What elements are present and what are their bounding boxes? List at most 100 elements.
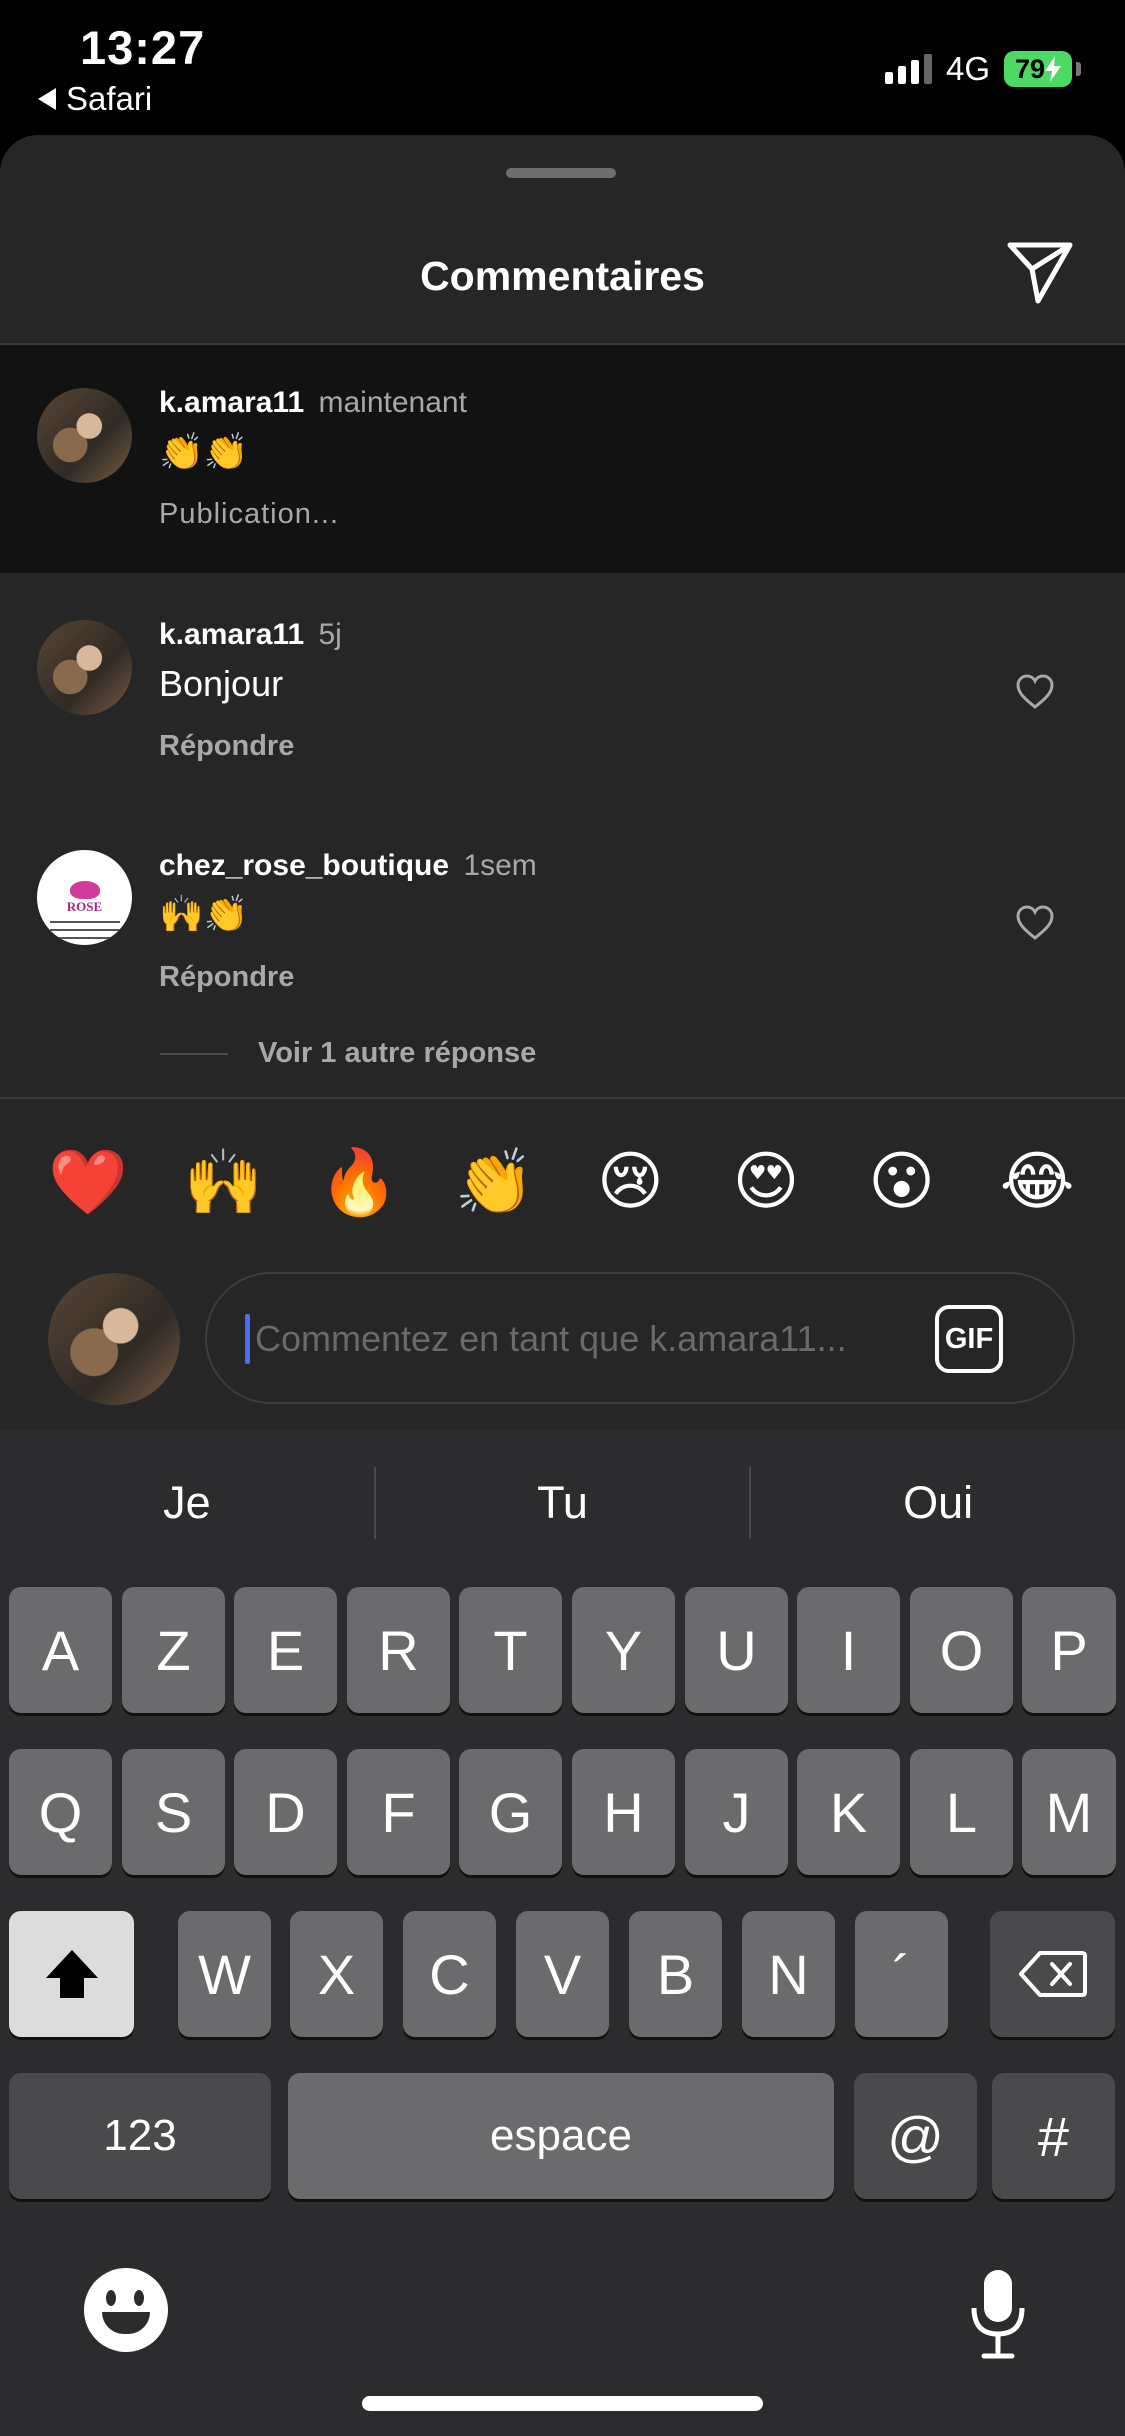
comment-time: maintenant	[318, 386, 467, 419]
key-q[interactable]: Q	[9, 1749, 112, 1875]
sheet-grabber[interactable]	[506, 168, 616, 178]
divider	[160, 1052, 228, 1055]
key-e[interactable]: E	[234, 1587, 337, 1713]
key-a[interactable]: A	[9, 1587, 112, 1713]
comment-input-placeholder: Commentez en tant que k.amara11...	[255, 1318, 847, 1359]
shift-key[interactable]	[9, 1911, 134, 2037]
text-caret	[245, 1314, 250, 1364]
key-p[interactable]: P	[1022, 1587, 1116, 1713]
comment-header: k.amara11 5j	[159, 618, 342, 652]
key-v[interactable]: V	[516, 1911, 609, 2037]
delete-key[interactable]	[990, 1911, 1115, 2037]
battery-nub	[1076, 62, 1081, 76]
view-more-replies-label: Voir 1 autre réponse	[258, 1037, 537, 1069]
numbers-key[interactable]: 123	[9, 2073, 271, 2199]
key-j[interactable]: J	[685, 1749, 788, 1875]
logo-text: ROSE	[66, 898, 103, 914]
comment-text: 👏👏	[159, 431, 249, 472]
battery-level: 79	[1014, 53, 1046, 84]
avatar[interactable]	[37, 620, 132, 715]
key-o[interactable]: O	[910, 1587, 1013, 1713]
reply-button[interactable]: Répondre	[159, 961, 294, 994]
reply-button[interactable]: Répondre	[159, 730, 294, 763]
key-l[interactable]: L	[910, 1749, 1013, 1875]
heart-icon[interactable]	[1015, 672, 1055, 712]
key-x[interactable]: X	[290, 1911, 383, 2037]
at-key[interactable]: @	[854, 2073, 977, 2199]
key-d[interactable]: D	[234, 1749, 337, 1875]
comment-username[interactable]: chez_rose_boutique	[159, 849, 449, 882]
home-indicator[interactable]	[362, 2396, 763, 2411]
battery-icon: 79	[1004, 51, 1072, 87]
key-y[interactable]: Y	[572, 1587, 675, 1713]
back-arrow-icon	[38, 88, 56, 110]
suggestion-item[interactable]: Tu	[376, 1430, 750, 1575]
reaction-fire[interactable]: 🔥	[304, 1145, 414, 1220]
reaction-heart[interactable]: ❤️	[33, 1145, 143, 1220]
key-c[interactable]: C	[403, 1911, 496, 2037]
key-k[interactable]: K	[797, 1749, 900, 1875]
backspace-icon	[1018, 1951, 1087, 1997]
comment-username[interactable]: k.amara11	[159, 386, 304, 419]
sheet-title: Commentaires	[420, 253, 705, 299]
cellular-signal-icon	[884, 54, 932, 84]
comment-username[interactable]: k.amara11	[159, 618, 304, 651]
logo-lines	[49, 920, 120, 923]
keyboard: Je Tu Oui A Z E R T Y U I O P Q S D F G …	[0, 1430, 1125, 2436]
comment-input[interactable]: Commentez en tant que k.amara11... GIF	[205, 1272, 1075, 1404]
reaction-laughing[interactable]: 😂	[982, 1145, 1092, 1220]
divider	[0, 1097, 1125, 1099]
comment-header: k.amara11 maintenant	[159, 386, 467, 420]
reaction-heart-eyes[interactable]: 😍	[711, 1145, 821, 1220]
suggestion-item[interactable]: Je	[0, 1430, 374, 1575]
reaction-raised-hands[interactable]: 🙌	[168, 1145, 278, 1220]
comment-header: chez_rose_boutique 1sem	[159, 849, 537, 883]
key-s[interactable]: S	[122, 1749, 225, 1875]
comments-sheet: Commentaires k.amara11 maintenant 👏👏 Pub…	[0, 135, 1125, 1430]
suggestion-item[interactable]: Oui	[751, 1430, 1125, 1575]
comment-status: Publication...	[159, 498, 340, 530]
key-acute-accent[interactable]: ´	[855, 1911, 948, 2037]
key-z[interactable]: Z	[122, 1587, 225, 1713]
reaction-clapping[interactable]: 👏	[440, 1145, 550, 1220]
back-app-label: Safari	[66, 80, 153, 117]
hash-key[interactable]: #	[992, 2073, 1115, 2199]
key-b[interactable]: B	[629, 1911, 722, 2037]
reaction-surprised[interactable]: 😮	[847, 1145, 957, 1220]
key-m[interactable]: M	[1022, 1749, 1116, 1875]
current-user-avatar	[48, 1273, 180, 1405]
key-g[interactable]: G	[459, 1749, 562, 1875]
network-type: 4G	[945, 50, 990, 87]
predictive-bar: Je Tu Oui	[0, 1430, 1125, 1575]
key-r[interactable]: R	[347, 1587, 450, 1713]
key-u[interactable]: U	[685, 1587, 788, 1713]
reaction-crying[interactable]: 😢	[575, 1145, 685, 1220]
comment-text: 🙌👏	[159, 893, 249, 934]
gif-button[interactable]: GIF	[935, 1305, 1003, 1373]
key-n[interactable]: N	[742, 1911, 835, 2037]
back-to-app-link[interactable]: Safari	[38, 80, 152, 118]
heart-icon[interactable]	[1015, 903, 1055, 943]
key-f[interactable]: F	[347, 1749, 450, 1875]
send-icon[interactable]	[1004, 235, 1076, 307]
key-i[interactable]: I	[797, 1587, 900, 1713]
charging-bolt-icon	[1045, 56, 1062, 82]
key-t[interactable]: T	[459, 1587, 562, 1713]
avatar[interactable]: ROSE	[37, 850, 132, 945]
key-h[interactable]: H	[572, 1749, 675, 1875]
comment-text: Bonjour	[159, 663, 284, 704]
microphone-icon[interactable]	[968, 2268, 1028, 2363]
comment-time: 1sem	[463, 849, 537, 882]
status-bar: 13:27 Safari 4G 79	[0, 0, 1125, 135]
status-time: 13:27	[80, 21, 206, 74]
avatar[interactable]	[37, 388, 132, 483]
logo-flower-icon	[69, 880, 100, 899]
view-more-replies-button[interactable]: Voir 1 autre réponse	[160, 1037, 536, 1070]
emoji-icon[interactable]	[84, 2268, 168, 2352]
quick-reactions-bar: ❤️ 🙌 🔥 👏 😢 😍 😮 😂	[0, 1145, 1125, 1220]
key-w[interactable]: W	[178, 1911, 271, 2037]
comment-time: 5j	[318, 618, 342, 651]
shift-icon	[45, 1950, 98, 1998]
space-key[interactable]: espace	[288, 2073, 834, 2199]
status-indicators: 4G 79	[884, 50, 1081, 88]
